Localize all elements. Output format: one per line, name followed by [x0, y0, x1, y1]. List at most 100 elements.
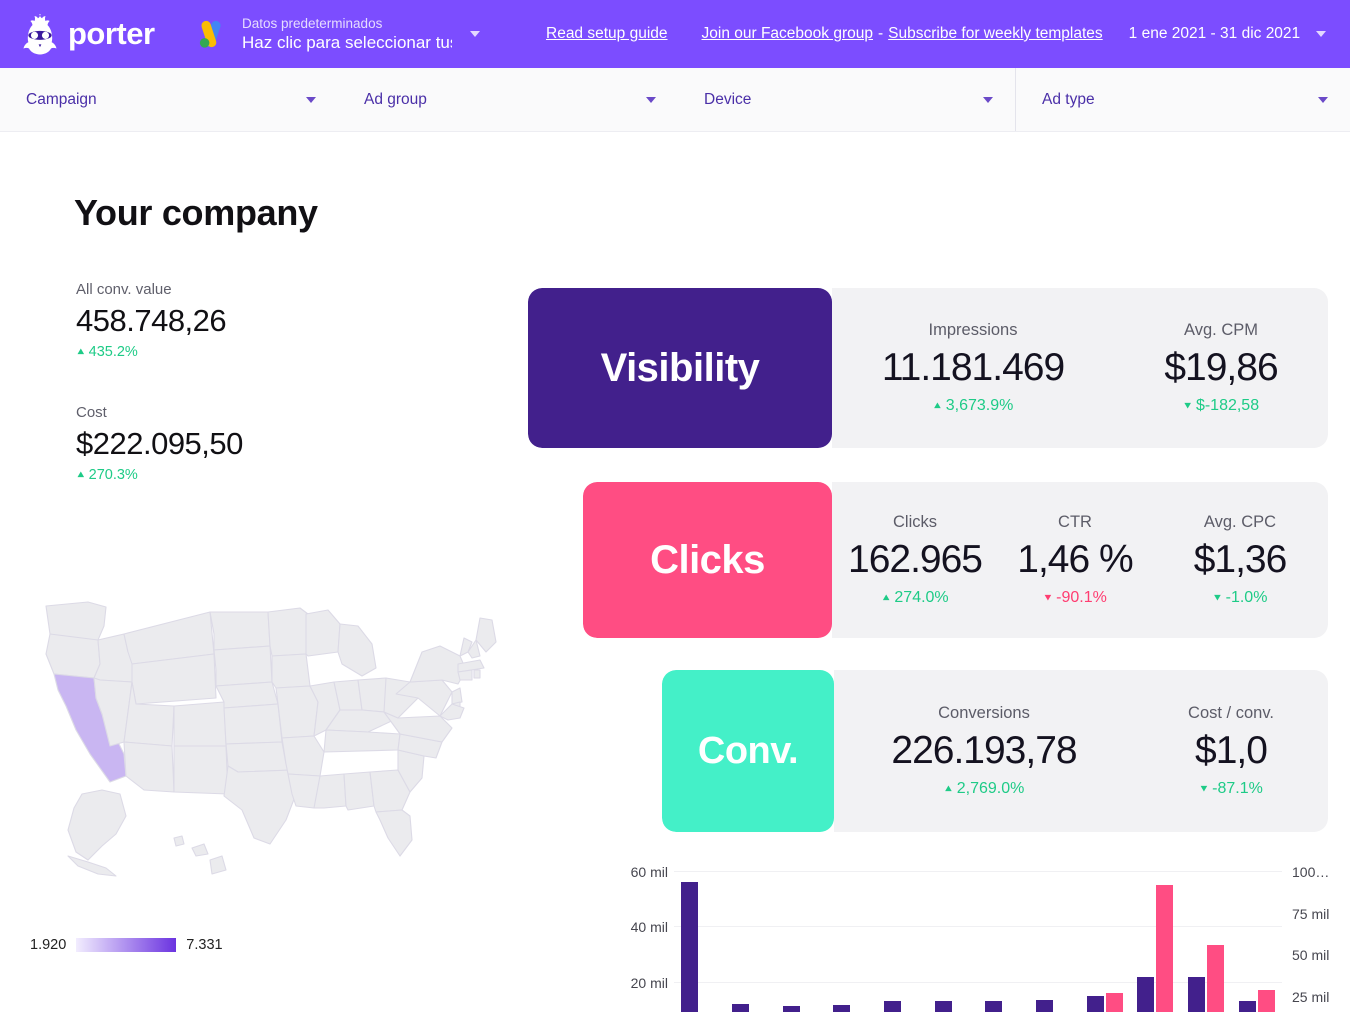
state-tn	[323, 729, 401, 753]
facebook-group-link[interactable]: Join our Facebook group	[702, 25, 873, 43]
state-me	[475, 617, 497, 653]
state-fl	[375, 809, 413, 857]
dashboard-body: Your company All conv. value 458.748,26 …	[0, 132, 1350, 1012]
bar-group[interactable]	[775, 872, 826, 1012]
state-ok	[225, 741, 293, 773]
state-mn	[267, 607, 309, 657]
brand-logo[interactable]: porter	[0, 12, 180, 56]
arrow-up-icon: ⯅	[932, 399, 943, 413]
bar-cost[interactable]	[782, 1006, 800, 1012]
state-al	[343, 771, 375, 811]
state-sd	[213, 645, 273, 687]
chevron-down-icon[interactable]	[983, 96, 993, 103]
state-mo	[275, 685, 319, 739]
bar-cost[interactable]	[1137, 976, 1155, 1012]
state-az	[123, 741, 175, 793]
link-separator: -	[877, 25, 884, 42]
bar-cost[interactable]	[1086, 995, 1104, 1012]
bar-cost[interactable]	[681, 881, 699, 1012]
subscribe-templates-link[interactable]: Subscribe for weekly templates	[888, 25, 1103, 43]
kpi-card-conversions[interactable]: Conv. Conversions 226.193,78 ⯅ 2,769.0% …	[662, 670, 1328, 832]
kpi-card-visibility[interactable]: Visibility Impressions 11.181.469 ⯅ 3,67…	[528, 288, 1328, 448]
stat-avg-cpm: Avg. CPM $19,86 ⯆ $-182,58	[1114, 318, 1328, 418]
y-tick-right: 100…	[1292, 864, 1330, 880]
bar-cost[interactable]	[985, 1000, 1003, 1012]
state-hi-2	[191, 843, 209, 857]
state-co	[173, 701, 227, 747]
stat-value: 162.965	[848, 538, 983, 581]
bar-cost[interactable]	[1238, 1000, 1256, 1012]
stat-conversions: Conversions 226.193,78 ⯅ 2,769.0%	[834, 701, 1134, 801]
stat-label: Conversions	[938, 704, 1030, 722]
state-wi	[305, 609, 341, 657]
bar-cost[interactable]	[1036, 999, 1054, 1012]
filter-ad-group[interactable]: Ad group	[338, 68, 678, 131]
stat-value: 1,46 %	[1017, 538, 1133, 581]
stat-label: Avg. CPM	[1184, 321, 1258, 339]
bar-cost[interactable]	[884, 1000, 902, 1012]
date-range-label[interactable]: 1 ene 2021 - 31 dic 2021	[1129, 25, 1301, 43]
bar-cost[interactable]	[934, 1000, 952, 1012]
us-choropleth-map[interactable]	[28, 594, 528, 914]
kpi-stats-conversions: Conversions 226.193,78 ⯅ 2,769.0% Cost /…	[834, 670, 1328, 832]
kpi-card-clicks[interactable]: Clicks Clicks 162.965 ⯅ 274.0% CTR 1,46 …	[583, 482, 1328, 638]
y-tick-left: 20 mil	[630, 974, 668, 991]
chevron-down-icon[interactable]	[646, 96, 656, 103]
stat-delta: ⯅ 3,673.9%	[832, 394, 1114, 418]
metric-delta-text: 270.3%	[88, 467, 138, 483]
stat-ctr: CTR 1,46 % ⯆ -90.1%	[998, 510, 1152, 610]
bar-group[interactable]	[674, 872, 725, 1012]
metric-delta: ⯅ 270.3%	[76, 465, 243, 485]
legend-min-value: 1.920	[30, 937, 67, 953]
bar-group[interactable]	[927, 872, 978, 1012]
chevron-down-icon[interactable]	[1318, 96, 1328, 103]
y-tick-left: 40 mil	[630, 919, 668, 936]
kpi-stats-visibility: Impressions 11.181.469 ⯅ 3,673.9% Avg. C…	[832, 288, 1328, 448]
stat-delta: ⯆ -90.1%	[998, 586, 1152, 610]
read-setup-guide-link[interactable]: Read setup guide	[546, 25, 668, 43]
metric-label: All conv. value	[76, 281, 172, 298]
filter-campaign[interactable]: Campaign	[0, 68, 338, 131]
state-ar	[281, 735, 325, 777]
account-selector[interactable]: Datos predeterminados Haz clic para sele…	[194, 15, 514, 53]
date-range-chevron-down-icon[interactable]	[1316, 31, 1326, 37]
porter-cat-logo-icon	[23, 14, 57, 55]
state-mi	[337, 623, 377, 677]
chart-plot-area	[674, 871, 1282, 1012]
chevron-down-icon[interactable]	[306, 96, 316, 103]
bar-group[interactable]	[1231, 872, 1282, 1012]
filter-ad-type[interactable]: Ad type	[1016, 68, 1350, 131]
bar-cost[interactable]	[833, 1004, 851, 1012]
y-tick-right: 50 mil	[1292, 947, 1330, 963]
bar-conversions[interactable]	[1156, 885, 1174, 1012]
stat-clicks: Clicks 162.965 ⯅ 274.0%	[832, 510, 998, 610]
state-hi-3	[209, 855, 227, 875]
bar-group[interactable]	[1029, 872, 1080, 1012]
stat-delta: ⯅ 274.0%	[832, 586, 998, 610]
state-ct	[457, 669, 473, 681]
chevron-down-icon[interactable]	[470, 31, 480, 37]
bar-cost[interactable]	[1188, 977, 1206, 1012]
bar-group[interactable]	[1181, 872, 1232, 1012]
metric-value: $222.095,50	[76, 426, 243, 461]
bar-group[interactable]	[725, 872, 776, 1012]
cost-conversions-bar-chart[interactable]: 020 mil40 mil60 mil 025 mil50 mil75 mil1…	[614, 860, 1342, 1012]
stat-delta-text: 3,673.9%	[945, 397, 1014, 414]
chart-bars	[674, 872, 1282, 1012]
bar-group[interactable]	[978, 872, 1029, 1012]
arrow-up-icon: ⯅	[76, 345, 86, 359]
bar-conversions[interactable]	[1207, 945, 1225, 1012]
bar-cost[interactable]	[732, 1003, 749, 1012]
state-or	[45, 633, 101, 679]
bar-group[interactable]	[1079, 872, 1130, 1012]
state-ak	[67, 789, 127, 861]
bar-group[interactable]	[877, 872, 928, 1012]
kpi-tag-clicks: Clicks	[583, 482, 832, 638]
metric-value: 458.748,26	[76, 303, 227, 338]
bar-conversions[interactable]	[1257, 989, 1275, 1012]
bar-group[interactable]	[1130, 872, 1181, 1012]
filter-device[interactable]: Device	[678, 68, 1016, 131]
bar-group[interactable]	[826, 872, 877, 1012]
arrow-down-icon: ⯆	[1043, 591, 1053, 605]
bar-conversions[interactable]	[1105, 993, 1123, 1012]
